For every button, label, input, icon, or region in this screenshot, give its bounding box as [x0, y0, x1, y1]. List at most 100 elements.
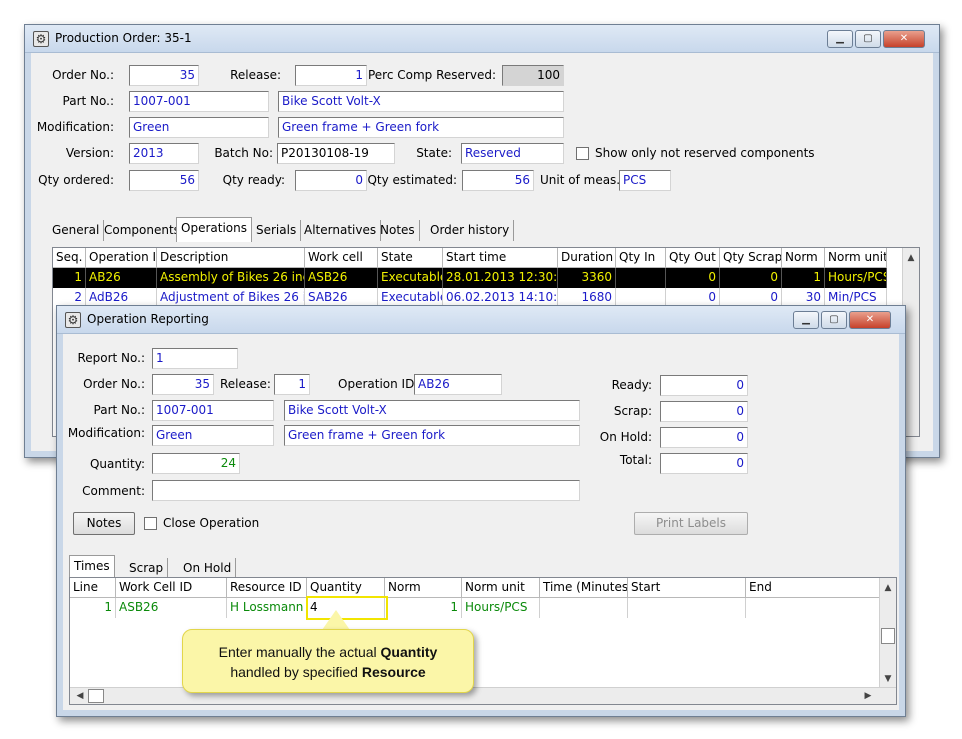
state-field[interactable]: Reserved: [461, 143, 564, 164]
close-icon[interactable]: ✕: [883, 30, 925, 48]
comment-field[interactable]: [152, 480, 580, 501]
maximize-icon[interactable]: ▢: [821, 311, 847, 329]
callout-pointer: [322, 610, 350, 630]
order-no-field[interactable]: 35: [152, 374, 214, 395]
qty-estimated-label: Qty estimated:: [367, 173, 457, 187]
col-header[interactable]: Norm: [782, 248, 825, 268]
scroll-thumb[interactable]: [881, 628, 895, 644]
tab-scrap[interactable]: Scrap: [125, 558, 169, 579]
col-header[interactable]: Description: [157, 248, 305, 268]
operation-id-field[interactable]: AB26: [414, 374, 502, 395]
col-header[interactable]: Qty In: [616, 248, 666, 268]
close-operation-checkbox[interactable]: [144, 517, 157, 530]
order-no-label: Order No.:: [83, 377, 145, 391]
qty-ordered-field[interactable]: 56: [129, 170, 199, 191]
close-operation-label: Close Operation: [163, 516, 260, 530]
quantity-label: Quantity:: [89, 457, 145, 471]
cell: [616, 268, 666, 288]
qty-estimated-field[interactable]: 56: [462, 170, 534, 191]
scrap-field[interactable]: 0: [660, 401, 748, 422]
part-no-field[interactable]: 1007-001: [129, 91, 269, 112]
scroll-up-icon[interactable]: ▲: [880, 580, 896, 596]
col-header[interactable]: Norm unit: [462, 578, 540, 598]
col-header[interactable]: Work cell: [305, 248, 378, 268]
col-header[interactable]: Seq.: [53, 248, 86, 268]
scroll-down-icon[interactable]: ▼: [880, 671, 896, 687]
callout-line1-bold: Quantity: [380, 644, 438, 660]
unit-field[interactable]: PCS: [619, 170, 671, 191]
col-header[interactable]: Resource ID: [227, 578, 307, 598]
part-no-label: Part No.:: [93, 403, 145, 417]
col-header[interactable]: Start: [628, 578, 746, 598]
release-label: Release:: [220, 377, 271, 391]
modification-field[interactable]: Green: [129, 117, 269, 138]
scroll-thumb[interactable]: [88, 689, 104, 703]
col-header[interactable]: Work Cell ID: [116, 578, 227, 598]
scrap-label: Scrap:: [613, 404, 652, 418]
col-header[interactable]: Qty Out: [666, 248, 720, 268]
print-labels-button[interactable]: Print Labels: [634, 512, 748, 535]
col-header[interactable]: Quantity: [307, 578, 385, 598]
col-header[interactable]: Line: [70, 578, 116, 598]
cell: ASB26: [116, 598, 227, 618]
operation-reporting-titlebar[interactable]: ⚙ Operation Reporting ▁ ▢ ✕: [57, 306, 905, 334]
show-only-label: Show only not reserved components: [595, 146, 815, 160]
part-desc-field[interactable]: Bike Scott Volt-X: [278, 91, 564, 112]
scroll-right-icon[interactable]: ▶: [860, 688, 876, 704]
tab-notes[interactable]: Notes: [376, 220, 420, 241]
col-header[interactable]: Start time: [443, 248, 558, 268]
maximize-icon[interactable]: ▢: [855, 30, 881, 48]
modification-desc-field[interactable]: Green frame + Green fork: [278, 117, 564, 138]
part-no-label: Part No.:: [62, 94, 114, 108]
part-no-field[interactable]: 1007-001: [152, 400, 274, 421]
cell: ASB26: [305, 268, 378, 288]
release-label: Release:: [230, 68, 281, 82]
modification-field[interactable]: Green: [152, 425, 274, 446]
show-only-checkbox[interactable]: [576, 147, 589, 160]
cell: 3360: [558, 268, 616, 288]
callout-line2-bold: Resource: [361, 664, 426, 680]
tab-operations[interactable]: Operations: [176, 217, 252, 242]
col-header[interactable]: Qty Scrap: [720, 248, 782, 268]
tab-alternatives[interactable]: Alternatives: [300, 220, 382, 241]
tab-serials[interactable]: Serials: [252, 220, 302, 241]
col-header[interactable]: State: [378, 248, 443, 268]
on-hold-field[interactable]: 0: [660, 427, 748, 448]
notes-button[interactable]: Notes: [73, 512, 135, 535]
times-vertical-scrollbar[interactable]: ▲ ▼: [879, 578, 896, 687]
minimize-icon[interactable]: ▁: [827, 30, 853, 48]
cell: 1: [53, 268, 86, 288]
release-field[interactable]: 1: [295, 65, 367, 86]
qty-ready-field[interactable]: 0: [295, 170, 367, 191]
scroll-up-icon[interactable]: ▲: [903, 250, 919, 266]
col-header[interactable]: Norm: [385, 578, 462, 598]
modification-label: Modification:: [36, 120, 114, 134]
part-desc-field[interactable]: Bike Scott Volt-X: [284, 400, 580, 421]
cell: AB26: [86, 268, 157, 288]
tab-on-hold[interactable]: On Hold: [179, 558, 237, 579]
col-header[interactable]: Time (Minutes): [540, 578, 628, 598]
release-field[interactable]: 1: [274, 374, 310, 395]
version-field[interactable]: 2013: [129, 143, 199, 164]
batch-no-field[interactable]: P20130108-19: [277, 143, 395, 164]
tab-components[interactable]: Components: [100, 220, 185, 241]
col-header[interactable]: Duration: [558, 248, 616, 268]
scroll-left-icon[interactable]: ◀: [72, 688, 88, 704]
close-icon[interactable]: ✕: [849, 311, 891, 329]
production-order-titlebar[interactable]: ⚙ Production Order: 35-1 ▁ ▢ ✕: [25, 25, 939, 53]
unit-label: Unit of meas.:: [540, 173, 625, 187]
col-header[interactable]: End: [746, 578, 880, 598]
order-no-field[interactable]: 35: [129, 65, 199, 86]
order-no-label: Order No.:: [52, 68, 114, 82]
ready-field[interactable]: 0: [660, 375, 748, 396]
cell: 1: [70, 598, 116, 618]
tab-order-history[interactable]: Order history: [426, 220, 515, 241]
quantity-field[interactable]: 24: [152, 453, 240, 474]
cell: Assembly of Bikes 26 inch: [157, 268, 305, 288]
tab-general[interactable]: General: [48, 220, 105, 241]
minimize-icon[interactable]: ▁: [793, 311, 819, 329]
report-no-field[interactable]: 1: [152, 348, 238, 369]
col-header[interactable]: Operation ID: [86, 248, 157, 268]
modification-desc-field[interactable]: Green frame + Green fork: [284, 425, 580, 446]
col-header[interactable]: Norm unit: [825, 248, 887, 268]
